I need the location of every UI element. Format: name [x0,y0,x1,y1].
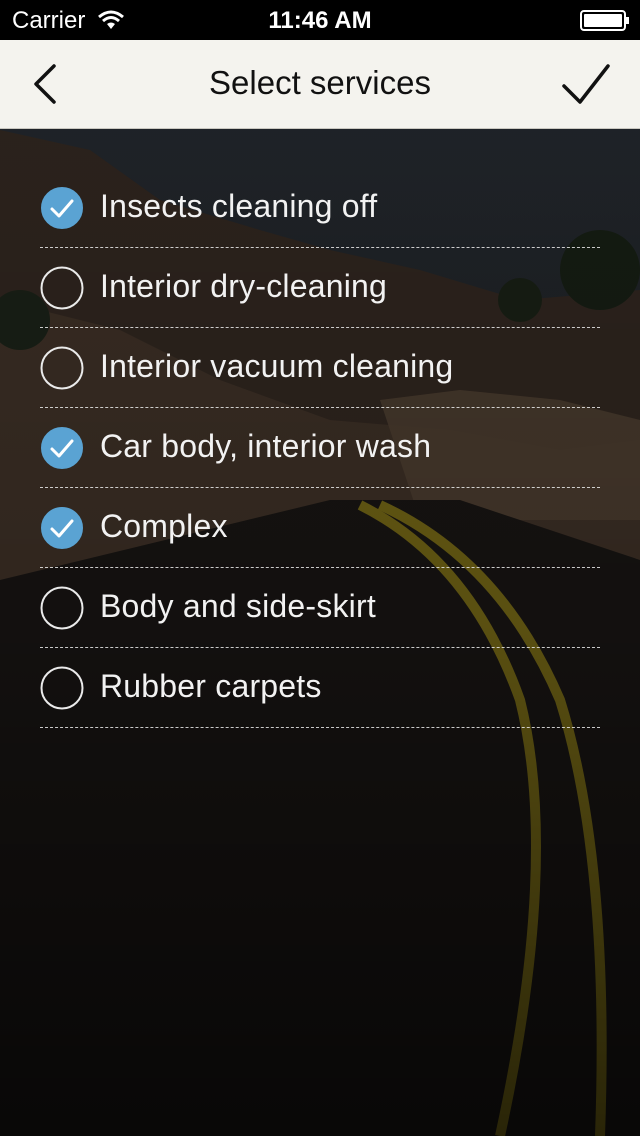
navigation-bar: Select services [0,40,640,129]
checkbox-icon[interactable] [40,506,84,550]
service-label: Insects cleaning off [100,188,378,224]
service-label: Interior dry-cleaning [100,268,387,304]
checkbox-icon[interactable] [40,426,84,470]
status-bar: Carrier 11:46 AM [0,0,640,40]
checkbox-icon[interactable] [40,266,84,310]
service-label: Interior vacuum cleaning [100,348,454,384]
checkbox-icon[interactable] [40,346,84,390]
page-title: Select services [209,64,431,101]
service-label: Rubber carpets [100,668,322,704]
checkbox-icon[interactable] [40,186,84,230]
service-list: Insects cleaning off Interior dry-cleani… [40,168,600,728]
service-item-complex[interactable]: Complex [40,488,600,568]
service-item-interior-vacuum-cleaning[interactable]: Interior vacuum cleaning [40,328,600,408]
service-item-body-and-side-skirt[interactable]: Body and side-skirt [40,568,600,648]
status-time: 11:46 AM [268,7,372,34]
service-item-interior-dry-cleaning[interactable]: Interior dry-cleaning [40,248,600,328]
checkbox-icon[interactable] [40,586,84,630]
service-item-car-body-interior-wash[interactable]: Car body, interior wash [40,408,600,488]
battery-icon [580,10,629,31]
service-item-rubber-carpets[interactable]: Rubber carpets [40,648,600,728]
confirm-button[interactable] [556,58,616,110]
checkmark-icon [562,64,610,104]
service-label: Car body, interior wash [100,428,432,464]
service-label: Complex [100,508,228,544]
service-item-insects-cleaning[interactable]: Insects cleaning off [40,168,600,248]
checkbox-icon[interactable] [40,666,84,710]
service-label: Body and side-skirt [100,588,376,624]
